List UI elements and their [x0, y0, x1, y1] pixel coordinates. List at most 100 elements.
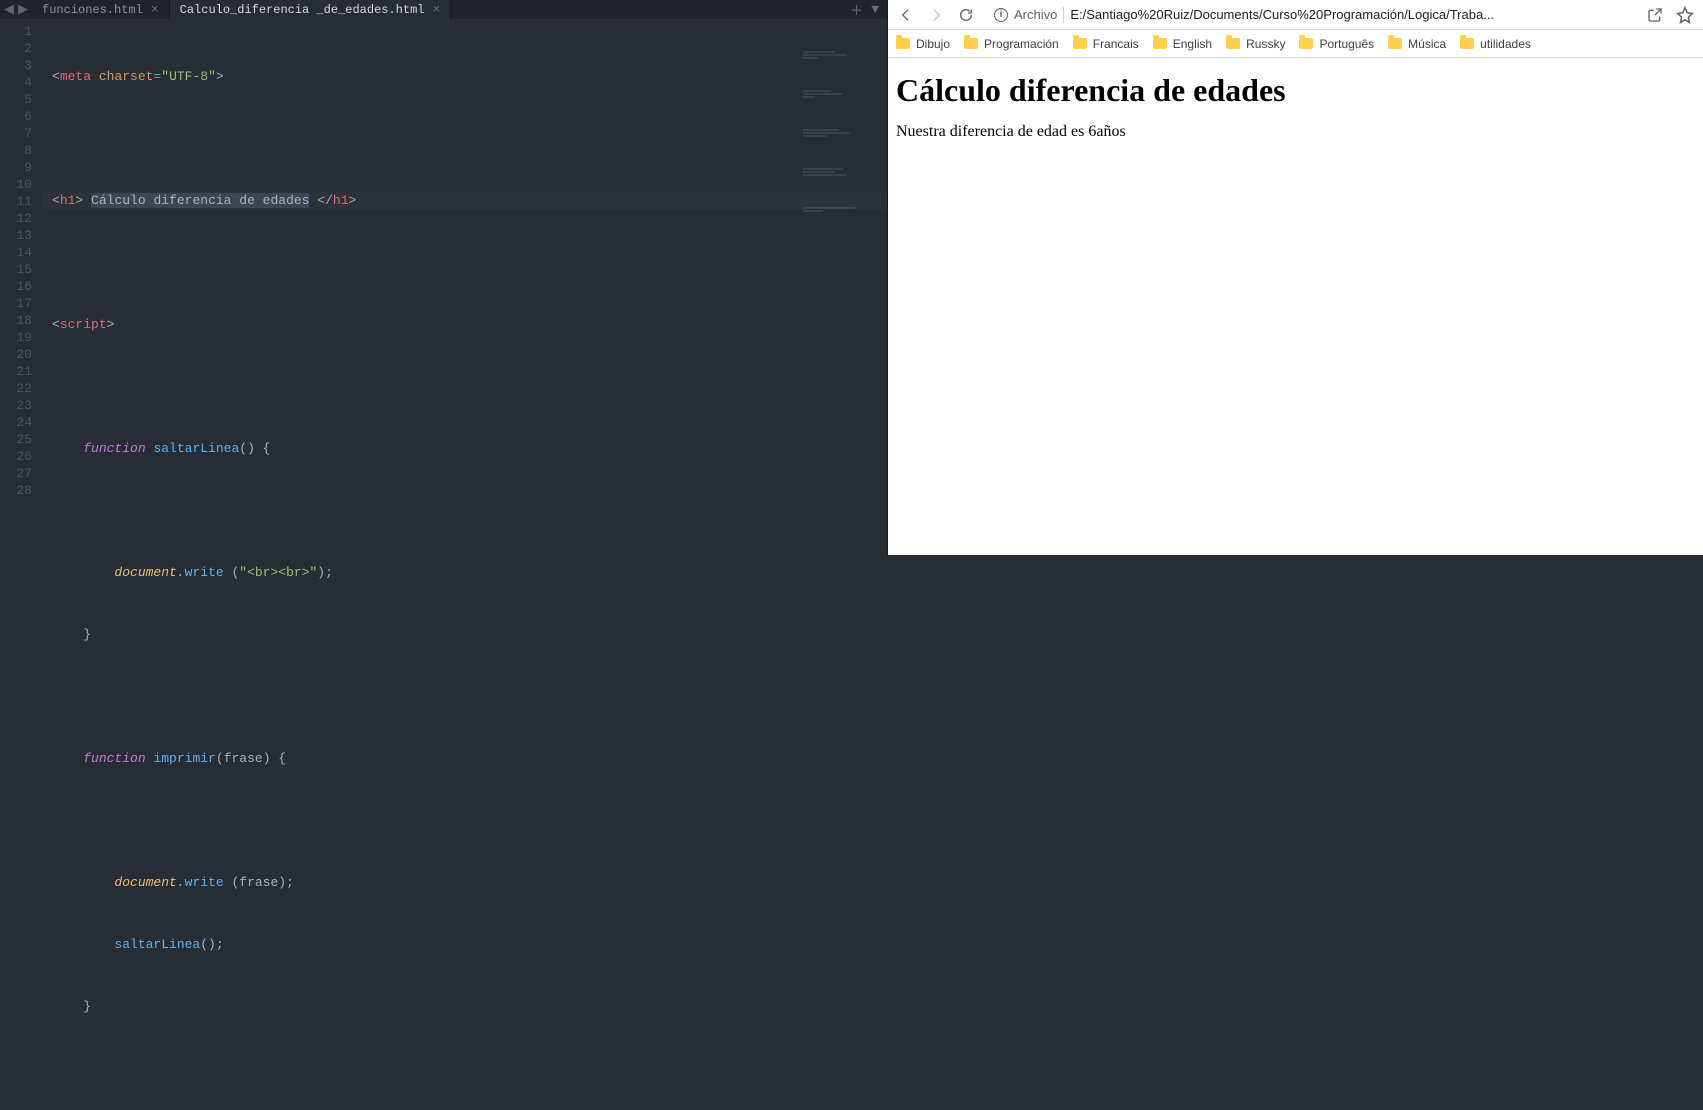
add-tab-icon[interactable]: ＋	[850, 0, 863, 19]
folder-icon	[1226, 38, 1240, 49]
code-token: "<br><br>"	[239, 565, 317, 580]
code-token: h1	[60, 193, 76, 208]
line-number: 11	[0, 193, 42, 210]
tab-bar-actions: ＋ ▼	[842, 0, 887, 19]
tab-nav-back-icon[interactable]: ◀	[4, 2, 14, 17]
code-area[interactable]: <meta charset="UTF-8"> <h1> Cálculo dife…	[42, 19, 887, 1110]
minimap[interactable]	[803, 21, 883, 91]
address-bar[interactable]: i Archivo E:/Santiago%20Ruiz/Documents/C…	[984, 3, 1637, 27]
code-token: <	[52, 317, 60, 332]
code-token: ) {	[263, 751, 286, 766]
folder-icon	[1073, 38, 1087, 49]
line-number: 14	[0, 244, 42, 261]
tab-title: funciones.html	[42, 3, 143, 17]
line-number: 17	[0, 295, 42, 312]
code-token: <	[52, 193, 60, 208]
editor-pane: ◀ ▶ funciones.html × Calculo_diferencia …	[0, 0, 888, 555]
code-token: document	[114, 875, 176, 890]
bookmark-item[interactable]: Francais	[1073, 37, 1139, 51]
forward-button[interactable]	[924, 3, 948, 27]
code-token: write	[185, 875, 224, 890]
bookmark-item[interactable]: Russky	[1226, 37, 1285, 51]
code-token: .	[177, 875, 185, 890]
line-number: 7	[0, 125, 42, 142]
code-token: >	[75, 193, 83, 208]
code-token: function	[83, 751, 145, 766]
tab-menu-icon[interactable]: ▼	[871, 2, 879, 17]
divider	[1063, 7, 1064, 23]
editor-body[interactable]: 1234567891011121314151617181920212223242…	[0, 19, 887, 1110]
bookmark-item[interactable]: Programación	[964, 37, 1059, 51]
code-token: <	[52, 69, 60, 84]
code-token: frase	[224, 751, 263, 766]
line-number: 4	[0, 74, 42, 91]
folder-icon	[1460, 38, 1474, 49]
page-content: Cálculo diferencia de edades Nuestra dif…	[888, 58, 1703, 555]
line-number: 9	[0, 159, 42, 176]
editor-tab-funciones[interactable]: funciones.html ×	[32, 0, 170, 19]
code-token: (	[216, 751, 224, 766]
site-info-icon[interactable]: i	[994, 8, 1008, 22]
line-number: 28	[0, 482, 42, 499]
url-scheme-label: Archivo	[1014, 7, 1057, 22]
code-token: saltarLinea	[114, 937, 200, 952]
back-button[interactable]	[894, 3, 918, 27]
bookmark-item[interactable]: Dibujo	[896, 37, 950, 51]
bookmark-label: Português	[1319, 37, 1374, 51]
code-token: .	[177, 565, 185, 580]
line-number: 25	[0, 431, 42, 448]
bookmark-item[interactable]: utilidades	[1460, 37, 1531, 51]
code-token: }	[83, 627, 91, 642]
tab-nav-forward-icon[interactable]: ▶	[18, 2, 28, 17]
bookmark-item[interactable]: English	[1153, 37, 1212, 51]
close-icon[interactable]: ×	[432, 2, 440, 17]
line-gutter: 1234567891011121314151617181920212223242…	[0, 19, 42, 1110]
bookmark-star-button[interactable]	[1673, 3, 1697, 27]
code-token: script	[60, 317, 107, 332]
line-number: 15	[0, 261, 42, 278]
line-number: 18	[0, 312, 42, 329]
line-number: 8	[0, 142, 42, 159]
line-number: 1	[0, 23, 42, 40]
reload-button[interactable]	[954, 3, 978, 27]
code-token: >	[107, 317, 115, 332]
code-selection: Cálculo diferencia de edades	[91, 193, 309, 208]
bookmark-label: Música	[1408, 37, 1446, 51]
bookmark-item[interactable]: Português	[1299, 37, 1374, 51]
line-number: 26	[0, 448, 42, 465]
line-number: 6	[0, 108, 42, 125]
bookmark-label: English	[1173, 37, 1212, 51]
code-token: "UTF-8"	[161, 69, 216, 84]
line-number: 12	[0, 210, 42, 227]
line-number: 23	[0, 397, 42, 414]
bookmark-label: utilidades	[1480, 37, 1531, 51]
code-token: (	[224, 875, 240, 890]
line-number: 10	[0, 176, 42, 193]
folder-icon	[1388, 38, 1402, 49]
code-token: frase	[239, 875, 278, 890]
code-token: saltarLinea	[153, 441, 239, 456]
line-number: 24	[0, 414, 42, 431]
bookmark-label: Dibujo	[916, 37, 950, 51]
share-button[interactable]	[1643, 3, 1667, 27]
code-token: }	[83, 999, 91, 1014]
close-icon[interactable]: ×	[151, 2, 159, 17]
line-number: 16	[0, 278, 42, 295]
folder-icon	[1153, 38, 1167, 49]
code-token: );	[278, 875, 294, 890]
tab-title: Calculo_diferencia _de_edades.html	[180, 3, 425, 17]
editor-tab-calculo[interactable]: Calculo_diferencia _de_edades.html ×	[170, 0, 452, 19]
code-token: document	[114, 565, 176, 580]
line-number: 13	[0, 227, 42, 244]
code-token: (	[224, 565, 240, 580]
code-token: </	[317, 193, 333, 208]
tab-nav: ◀ ▶	[0, 0, 32, 19]
page-heading: Cálculo diferencia de edades	[896, 72, 1695, 109]
line-number: 20	[0, 346, 42, 363]
browser-pane: i Archivo E:/Santiago%20Ruiz/Documents/C…	[888, 0, 1703, 555]
line-number: 27	[0, 465, 42, 482]
bookmarks-bar: Dibujo Programación Francais English Russky P…	[888, 30, 1703, 58]
bookmark-label: Russky	[1246, 37, 1285, 51]
line-number: 5	[0, 91, 42, 108]
bookmark-item[interactable]: Música	[1388, 37, 1446, 51]
